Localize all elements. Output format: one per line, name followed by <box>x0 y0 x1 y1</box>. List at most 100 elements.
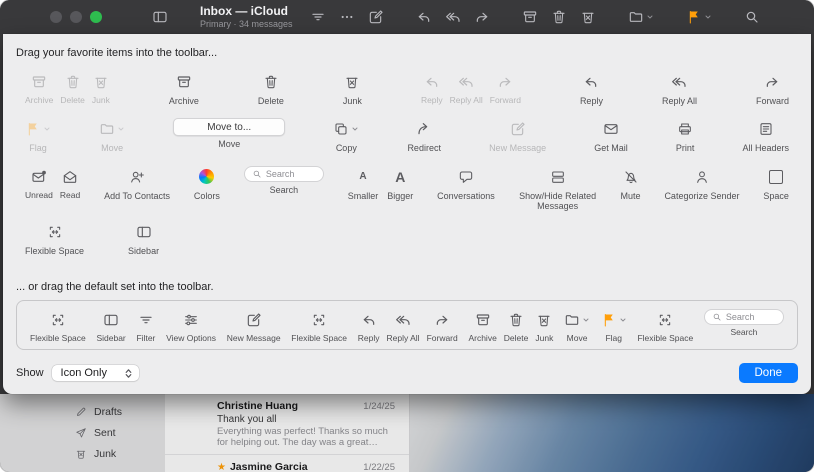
palette-row-1: Archive Delete Junk Archive Delete Junk … <box>3 71 811 106</box>
sidebar-item-junk: Junk <box>75 443 165 464</box>
default-item-forward[interactable]: Forward <box>427 309 458 344</box>
default-item-filter[interactable]: Filter <box>136 309 155 344</box>
palette-item-related-messages[interactable]: Show/Hide Related Messages <box>519 166 597 212</box>
space-icon <box>769 170 783 184</box>
palette-item-forward[interactable]: Forward <box>756 71 789 106</box>
palette-group-archive-delete-junk-disabled: Archive Delete Junk <box>25 71 110 106</box>
palette-item-copy[interactable]: Copy <box>333 118 359 153</box>
chevron-down-icon <box>646 13 654 21</box>
done-button[interactable]: Done <box>739 363 799 383</box>
color-wheel-icon <box>199 169 214 184</box>
message-photo-preview <box>410 394 814 472</box>
minimize-button[interactable] <box>70 11 82 23</box>
close-button[interactable] <box>50 11 62 23</box>
default-item-move[interactable]: Move <box>564 309 590 344</box>
sidebar-item-label: Drafts <box>94 406 122 418</box>
mail-content-behind-sheet: Drafts Sent Junk Christine Huang1/24/25 … <box>0 394 814 472</box>
palette-item-reply[interactable]: Reply <box>580 71 603 106</box>
palette-item-add-to-contacts[interactable]: Add To Contacts <box>104 166 170 201</box>
message-date: 1/22/25 <box>363 462 395 472</box>
show-mode-select[interactable]: Icon Only <box>52 365 139 381</box>
compose-icon[interactable] <box>368 9 384 25</box>
sidebar-item-label: Sent <box>94 427 116 439</box>
forward-icon[interactable] <box>474 9 490 25</box>
junk-icon[interactable] <box>580 9 596 25</box>
default-item-flexible-space[interactable]: Flexible Space <box>30 309 86 344</box>
default-item-reply-all[interactable]: Reply All <box>386 309 419 344</box>
palette-item-delete[interactable]: Delete <box>258 71 284 106</box>
customize-toolbar-sheet: Drag your favorite items into the toolba… <box>3 34 811 394</box>
message-preview: Everything was perfect! Thanks so much f… <box>217 426 395 449</box>
default-item-flag[interactable]: Flag <box>601 309 627 344</box>
sidebar-item-label: Junk <box>94 448 116 460</box>
palette-row-3: Unread Read Add To Contacts Colors Searc… <box>3 166 811 212</box>
palette-item-flexible-space[interactable]: Flexible Space <box>25 221 84 256</box>
message-list: Christine Huang1/24/25 Thank you all Eve… <box>165 394 410 472</box>
palette-item-delete-grouped: Delete <box>60 71 85 106</box>
palette-item-flag-disabled: Flag <box>25 118 51 153</box>
titlebar: Inbox — iCloud Primary · 34 messages <box>0 0 814 34</box>
move-menu[interactable] <box>628 9 654 25</box>
message-sender: Jasmine Garcia <box>230 461 308 472</box>
palette-item-search-field[interactable]: SearchSearch <box>244 166 324 195</box>
palette-item-smaller[interactable]: ASmaller <box>348 166 379 201</box>
default-item-junk[interactable]: Junk <box>535 309 553 344</box>
palette-item-all-headers[interactable]: All Headers <box>742 118 789 153</box>
message-subject: Thank you all <box>217 414 395 425</box>
default-item-delete[interactable]: Delete <box>504 309 529 344</box>
default-toolbar-set[interactable]: Flexible Space Sidebar Filter View Optio… <box>16 300 798 351</box>
palette-item-junk-grouped: Junk <box>92 71 110 106</box>
palette-item-archive[interactable]: Archive <box>169 71 199 106</box>
more-icon[interactable] <box>339 9 355 25</box>
palette-pair-text-size: ASmaller ABigger <box>348 166 414 201</box>
default-group-archive-delete-junk[interactable]: Archive Delete Junk <box>468 309 553 344</box>
default-item-sidebar[interactable]: Sidebar <box>96 309 125 344</box>
zoom-button[interactable] <box>90 11 102 23</box>
palette-item-sidebar[interactable]: Sidebar <box>128 221 159 256</box>
palette-item-redirect[interactable]: Redirect <box>407 118 441 153</box>
sidebar-toggle-icon[interactable] <box>152 9 168 25</box>
palette-group-reply-replyall-forward-disabled: Reply Reply All Forward <box>421 71 521 106</box>
palette-item-reply-grouped: Reply <box>421 71 443 106</box>
palette-item-unread[interactable]: Unread <box>25 166 53 201</box>
default-item-archive[interactable]: Archive <box>468 309 496 344</box>
window-title: Inbox — iCloud <box>200 4 293 18</box>
trash-icon[interactable] <box>551 9 567 25</box>
flag-menu[interactable] <box>686 9 712 25</box>
reply-all-icon[interactable] <box>445 9 461 25</box>
palette-item-print[interactable]: Print <box>676 118 695 153</box>
palette-item-categorize-sender[interactable]: Categorize Sender <box>664 166 739 201</box>
star-icon: ★ <box>217 462 226 472</box>
palette-row-4: Flexible Space Sidebar <box>3 221 811 256</box>
default-item-flexible-space[interactable]: Flexible Space <box>637 309 693 344</box>
pencil-icon <box>75 406 87 418</box>
drag-hint: Drag your favorite items into the toolba… <box>3 34 811 59</box>
palette-item-get-mail[interactable]: Get Mail <box>594 118 628 153</box>
default-item-reply[interactable]: Reply <box>358 309 380 344</box>
palette-item-junk[interactable]: Junk <box>343 71 362 106</box>
palette-item-bigger[interactable]: ABigger <box>387 166 413 201</box>
palette-item-move-to[interactable]: Move to...Move <box>173 118 285 149</box>
palette-item-space[interactable]: Space <box>763 166 789 201</box>
default-item-flexible-space[interactable]: Flexible Space <box>291 309 347 344</box>
archive-icon[interactable] <box>522 9 538 25</box>
palette-item-colors[interactable]: Colors <box>194 166 220 201</box>
palette-item-move-disabled: Move <box>99 118 125 153</box>
default-item-view-options[interactable]: View Options <box>166 309 216 344</box>
reply-icon[interactable] <box>416 9 432 25</box>
chevron-down-icon <box>704 13 712 21</box>
window-controls <box>50 11 102 23</box>
up-down-chevron-icon <box>123 368 134 379</box>
window-title-group: Inbox — iCloud Primary · 34 messages <box>200 4 293 29</box>
palette-item-read[interactable]: Read <box>60 166 80 201</box>
default-item-new-message[interactable]: New Message <box>227 309 281 344</box>
default-item-search[interactable]: SearchSearch <box>704 309 784 338</box>
palette-item-reply-all[interactable]: Reply All <box>662 71 697 106</box>
palette-group-unread-read[interactable]: Unread Read <box>25 166 80 201</box>
palette-item-conversations[interactable]: Conversations <box>437 166 495 201</box>
search-icon[interactable] <box>744 9 760 25</box>
default-group-reply-replyall-forward[interactable]: Reply Reply All Forward <box>358 309 458 344</box>
filter-icon[interactable] <box>310 9 326 25</box>
show-mode-value: Icon Only <box>61 367 107 379</box>
palette-item-mute[interactable]: Mute <box>621 166 641 201</box>
